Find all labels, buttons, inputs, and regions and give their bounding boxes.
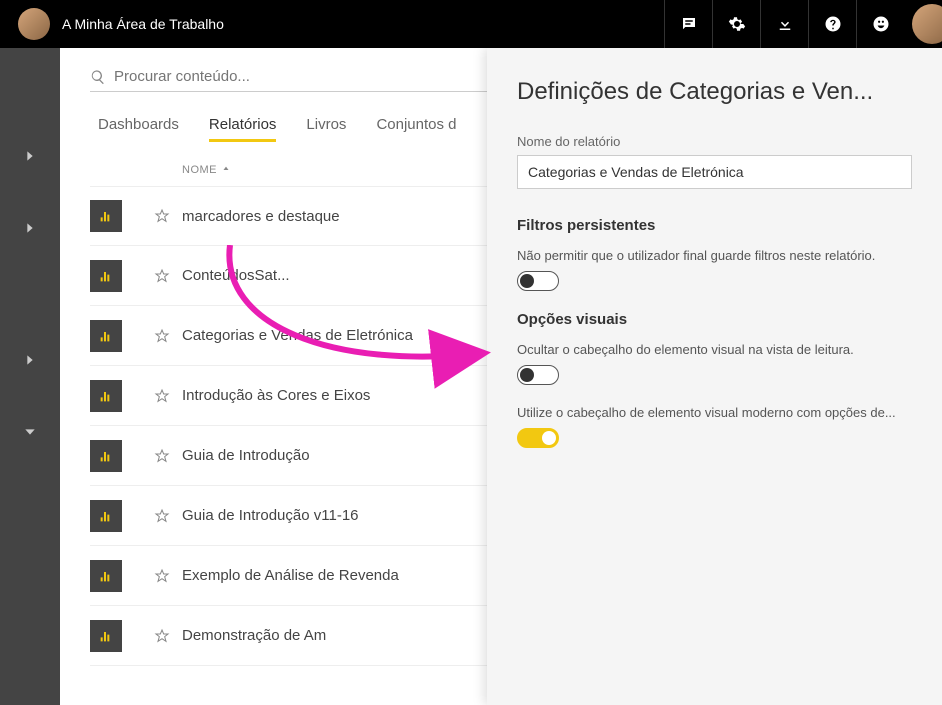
search-icon: [90, 69, 106, 85]
toggle-hide-header[interactable]: [517, 365, 559, 385]
bar-chart-icon: [98, 268, 114, 284]
report-type-icon: [90, 500, 122, 532]
download-icon: [776, 15, 794, 33]
section-filters: Filtros persistentes: [517, 217, 912, 234]
report-name: Exemplo de Análise de Revenda: [182, 567, 399, 584]
chat-icon: [680, 15, 698, 33]
rail-item-2[interactable]: [0, 210, 60, 246]
chevron-right-icon: [22, 220, 38, 236]
favorite-star[interactable]: [142, 628, 182, 644]
visual-hide-header-label: Ocultar o cabeçalho do elemento visual n…: [517, 342, 912, 357]
star-icon: [154, 328, 170, 344]
avatar-small[interactable]: [18, 8, 50, 40]
settings-panel: Definições de Categorias e Ven... Nome d…: [487, 48, 942, 705]
favorite-star[interactable]: [142, 268, 182, 284]
bar-chart-icon: [98, 328, 114, 344]
tab-datasets[interactable]: Conjuntos d: [376, 116, 456, 142]
rail-item-1[interactable]: [0, 138, 60, 174]
favorite-star[interactable]: [142, 508, 182, 524]
tab-books[interactable]: Livros: [306, 116, 346, 142]
feedback-button[interactable]: [664, 0, 712, 48]
report-type-icon: [90, 200, 122, 232]
favorite-star[interactable]: [142, 448, 182, 464]
favorite-star[interactable]: [142, 388, 182, 404]
star-icon: [154, 448, 170, 464]
tab-reports[interactable]: Relatórios: [209, 116, 277, 142]
report-name: Guia de Introdução: [182, 447, 310, 464]
smile-icon: [872, 15, 890, 33]
section-visual: Opções visuais: [517, 311, 912, 328]
smile-button[interactable]: [856, 0, 904, 48]
star-icon: [154, 628, 170, 644]
toggle-modern-header[interactable]: [517, 428, 559, 448]
filter-setting-label: Não permitir que o utilizador final guar…: [517, 248, 912, 263]
sort-asc-icon: [221, 165, 231, 175]
report-type-icon: [90, 620, 122, 652]
chevron-right-icon: [22, 352, 38, 368]
report-type-icon: [90, 380, 122, 412]
nav-rail: [0, 48, 60, 705]
favorite-star[interactable]: [142, 208, 182, 224]
workspace-title: A Minha Área de Trabalho: [62, 16, 224, 32]
favorite-star[interactable]: [142, 568, 182, 584]
chevron-right-icon: [22, 148, 38, 164]
topbar-actions: [664, 0, 942, 48]
help-button[interactable]: [808, 0, 856, 48]
report-type-icon: [90, 320, 122, 352]
star-icon: [154, 388, 170, 404]
rail-item-3[interactable]: [0, 342, 60, 378]
bar-chart-icon: [98, 628, 114, 644]
report-name: Categorias e Vendas de Eletrónica: [182, 327, 413, 344]
report-type-icon: [90, 260, 122, 292]
favorite-star[interactable]: [142, 328, 182, 344]
download-button[interactable]: [760, 0, 808, 48]
bar-chart-icon: [98, 568, 114, 584]
bar-chart-icon: [98, 508, 114, 524]
help-icon: [824, 15, 842, 33]
top-bar: A Minha Área de Trabalho: [0, 0, 942, 48]
panel-title: Definições de Categorias e Ven...: [517, 78, 912, 106]
report-name: Demonstração de Am: [182, 627, 326, 644]
star-icon: [154, 568, 170, 584]
report-name-input[interactable]: [517, 155, 912, 189]
tab-dashboards[interactable]: Dashboards: [98, 116, 179, 142]
chevron-down-icon: [22, 424, 38, 440]
report-name-label: Nome do relatório: [517, 134, 912, 149]
bar-chart-icon: [98, 208, 114, 224]
report-name: ConteúdosSat...: [182, 267, 290, 284]
bar-chart-icon: [98, 448, 114, 464]
gear-icon: [728, 15, 746, 33]
report-name: Guia de Introdução v11-16: [182, 507, 359, 524]
avatar[interactable]: [912, 4, 942, 44]
report-name: marcadores e destaque: [182, 208, 340, 225]
column-name-label: NOME: [182, 164, 217, 176]
visual-modern-header-label: Utilize o cabeçalho de elemento visual m…: [517, 405, 912, 420]
report-type-icon: [90, 440, 122, 472]
rail-item-4[interactable]: [0, 414, 60, 450]
settings-button[interactable]: [712, 0, 760, 48]
star-icon: [154, 268, 170, 284]
bar-chart-icon: [98, 388, 114, 404]
report-type-icon: [90, 560, 122, 592]
report-name: Introdução às Cores e Eixos: [182, 387, 370, 404]
star-icon: [154, 208, 170, 224]
toggle-prevent-filters[interactable]: [517, 271, 559, 291]
star-icon: [154, 508, 170, 524]
